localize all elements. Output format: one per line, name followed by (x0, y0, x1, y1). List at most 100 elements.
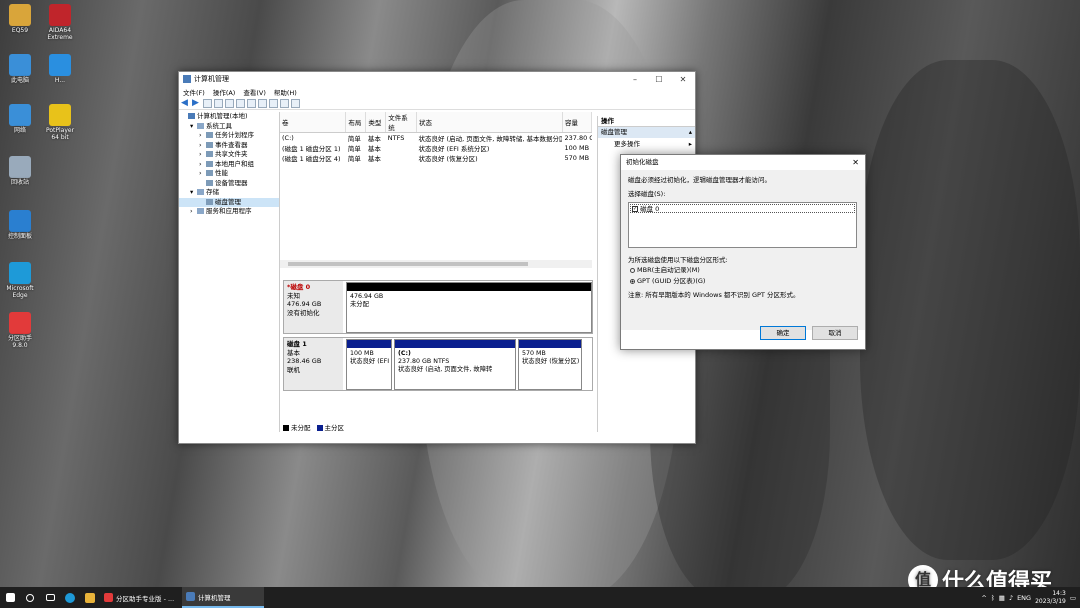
legend-label: 未分配 (291, 424, 311, 432)
partition-block[interactable]: (C:) 237.80 GB NTFS 状态良好 (启动, 页面文件, 故障转 (394, 339, 516, 390)
desktop-icon-label: AIDA64 Extreme (47, 27, 73, 41)
tree-expander-icon[interactable]: ▾ (190, 122, 197, 132)
tree-item[interactable]: ▾ 存储 (179, 188, 279, 198)
clock[interactable]: 14:3 2023/3/19 (1035, 590, 1066, 606)
desktop-icon[interactable]: H... (44, 54, 76, 84)
tree-item[interactable]: 磁盘管理 (179, 197, 279, 207)
desktop-icon[interactable]: PotPlayer 64 bit (44, 104, 76, 141)
taskbar-task[interactable]: 计算机管理 (182, 587, 264, 608)
gpt-radio-circle[interactable] (630, 278, 635, 284)
menu-file[interactable]: 文件(F) (183, 87, 205, 97)
task-view-icon[interactable] (40, 587, 60, 608)
table-cell: 简单 (347, 135, 361, 143)
scrollbar-thumb[interactable] (288, 262, 528, 266)
close-button[interactable]: ✕ (671, 75, 695, 84)
dialog-close-button[interactable]: ✕ (852, 155, 859, 170)
gpt-radio[interactable]: GPT (GUID 分区表)(G) (628, 276, 858, 287)
disk-panel[interactable]: *磁盘 0 未知 476.94 GB 没有初始化 476.94 GB 未分配 (283, 280, 593, 334)
desktop-icon[interactable]: 网络 (4, 104, 36, 134)
start-button[interactable] (0, 587, 20, 608)
tree-expander-icon[interactable]: › (199, 131, 206, 141)
maximize-button[interactable]: ☐ (647, 75, 671, 84)
tree-item[interactable]: › 共享文件夹 (179, 150, 279, 160)
tree-expander-icon[interactable]: › (199, 150, 206, 160)
tree-item[interactable]: › 本地用户和组 (179, 160, 279, 170)
tree-expander-icon[interactable]: › (199, 169, 206, 179)
tree-item[interactable]: ▾ 系统工具 (179, 122, 279, 132)
layout-icon[interactable] (291, 99, 300, 108)
disk-info[interactable]: *磁盘 0 未知 476.94 GB 没有初始化 (284, 281, 343, 333)
horizontal-scrollbar[interactable] (280, 260, 592, 268)
column-header[interactable]: 布局 (345, 112, 367, 133)
desktop-app-icon (49, 104, 71, 126)
partition-block[interactable]: 100 MB 状态良好 (EFI (346, 339, 392, 390)
folder-up-icon[interactable] (203, 99, 212, 108)
back-arrow-icon[interactable]: ◀ (181, 99, 190, 108)
forward-arrow-icon[interactable]: ▶ (192, 99, 201, 108)
tree-item[interactable]: › 事件查看器 (179, 141, 279, 151)
minimize-button[interactable]: – (623, 75, 647, 84)
computer-management-window[interactable]: 计算机管理 – ☐ ✕ 文件(F) 操作(A) 查看(V) 帮助(H) ◀ ▶ … (178, 71, 696, 444)
show-tree-icon[interactable] (214, 99, 223, 108)
tree-item[interactable]: 设备管理器 (179, 179, 279, 189)
mbr-radio[interactable]: MBR(主启动记录)(M) (628, 265, 858, 276)
disk-listbox[interactable]: ✓ 磁盘 0 (628, 202, 857, 248)
initialize-disk-dialog[interactable]: 初始化磁盘 ✕ 磁盘必须经过初始化，逻辑磁盘管理器才能访问。 选择磁盘(S): … (620, 154, 866, 350)
cancel-button[interactable]: 取消 (812, 326, 858, 340)
check-icon[interactable] (269, 99, 278, 108)
disk-list-item[interactable]: ✓ 磁盘 0 (630, 204, 855, 213)
actions-section-disk-management[interactable]: 磁盘管理 ▴ (598, 127, 695, 138)
dialog-title-bar[interactable]: 初始化磁盘 ✕ (621, 155, 865, 170)
tree-expander-icon[interactable]: › (199, 160, 206, 170)
desktop-icon[interactable]: Microsoft Edge (4, 262, 36, 299)
edge-icon[interactable] (60, 587, 80, 608)
partition-block[interactable]: 570 MB 状态良好 (恢复分区) (518, 339, 582, 390)
mbr-radio-circle[interactable] (630, 267, 635, 273)
connect-icon[interactable] (258, 99, 267, 108)
list-view-icon[interactable] (247, 99, 256, 108)
file-explorer-icon[interactable] (80, 587, 100, 608)
network-icon[interactable]: ▦ (999, 594, 1005, 602)
column-header[interactable]: 卷 (280, 112, 347, 133)
tree-expander-icon[interactable]: › (199, 141, 206, 151)
tree-expander-icon[interactable]: ▾ (190, 188, 197, 198)
language-indicator[interactable]: ENG (1017, 594, 1031, 602)
desktop-icon[interactable]: 控制面板 (4, 210, 36, 240)
desktop-icon[interactable]: 分区助手 9.8.0 (4, 312, 36, 349)
desktop-icon[interactable]: AIDA64 Extreme (44, 4, 76, 41)
disk-panel[interactable]: 磁盘 1 基本 238.46 GB 联机 100 MB 状态良好 (EFI (C:) 237.… (283, 337, 593, 391)
tree-item[interactable]: › 性能 (179, 169, 279, 179)
table-row[interactable]: (C:) 简单 基本 NTFS 状态良好 (启动, 页面文件, 故障转储, 基本数据分区… (280, 133, 592, 143)
menu-help[interactable]: 帮助(H) (274, 87, 297, 97)
search-icon[interactable] (20, 587, 40, 608)
volume-icon[interactable]: ♪ (1009, 594, 1013, 602)
bluetooth-icon[interactable]: ᛒ (991, 594, 995, 602)
table-row[interactable]: (磁盘 1 磁盘分区 1) 简单 基本 状态良好 (EFI 系统分区) 100 MB (280, 143, 592, 153)
tree-expander-icon[interactable]: › (190, 207, 197, 217)
partition-block[interactable]: 476.94 GB 未分配 (346, 282, 592, 333)
properties-icon[interactable] (225, 99, 234, 108)
menu-view[interactable]: 查看(V) (243, 87, 266, 97)
taskbar-task[interactable]: 分区助手专业版 - ... (100, 587, 182, 608)
ok-button[interactable]: 确定 (760, 326, 806, 340)
title-bar[interactable]: 计算机管理 – ☐ ✕ (179, 72, 695, 86)
help-icon[interactable] (236, 99, 245, 108)
show-hidden-icons-chevron-icon[interactable]: ^ (981, 594, 986, 602)
column-header[interactable]: 状态 (416, 112, 563, 133)
tree-item[interactable]: 计算机管理(本地) (179, 112, 279, 122)
column-header[interactable]: 类型 (365, 112, 387, 133)
desktop-icon[interactable]: 此电脑 (4, 54, 36, 84)
desktop-icon[interactable]: EQ59 (4, 4, 36, 34)
column-header[interactable]: 文件系统 (385, 112, 417, 133)
column-header[interactable]: 容量 (562, 112, 593, 133)
notification-icon[interactable]: ▭ (1070, 594, 1076, 602)
tree-item[interactable]: › 任务计划程序 (179, 131, 279, 141)
disk-checkbox[interactable]: ✓ (632, 206, 638, 212)
table-row[interactable]: (磁盘 1 磁盘分区 4) 简单 基本 状态良好 (恢复分区) 570 MB (280, 153, 592, 163)
desktop-icon[interactable]: 回收站 (4, 156, 36, 186)
document-icon[interactable] (280, 99, 289, 108)
tree-item[interactable]: › 服务和应用程序 (179, 207, 279, 217)
disk-info[interactable]: 磁盘 1 基本 238.46 GB 联机 (284, 338, 343, 390)
menu-action[interactable]: 操作(A) (213, 87, 236, 97)
more-actions-item[interactable]: 更多操作 ▸ (598, 138, 695, 150)
